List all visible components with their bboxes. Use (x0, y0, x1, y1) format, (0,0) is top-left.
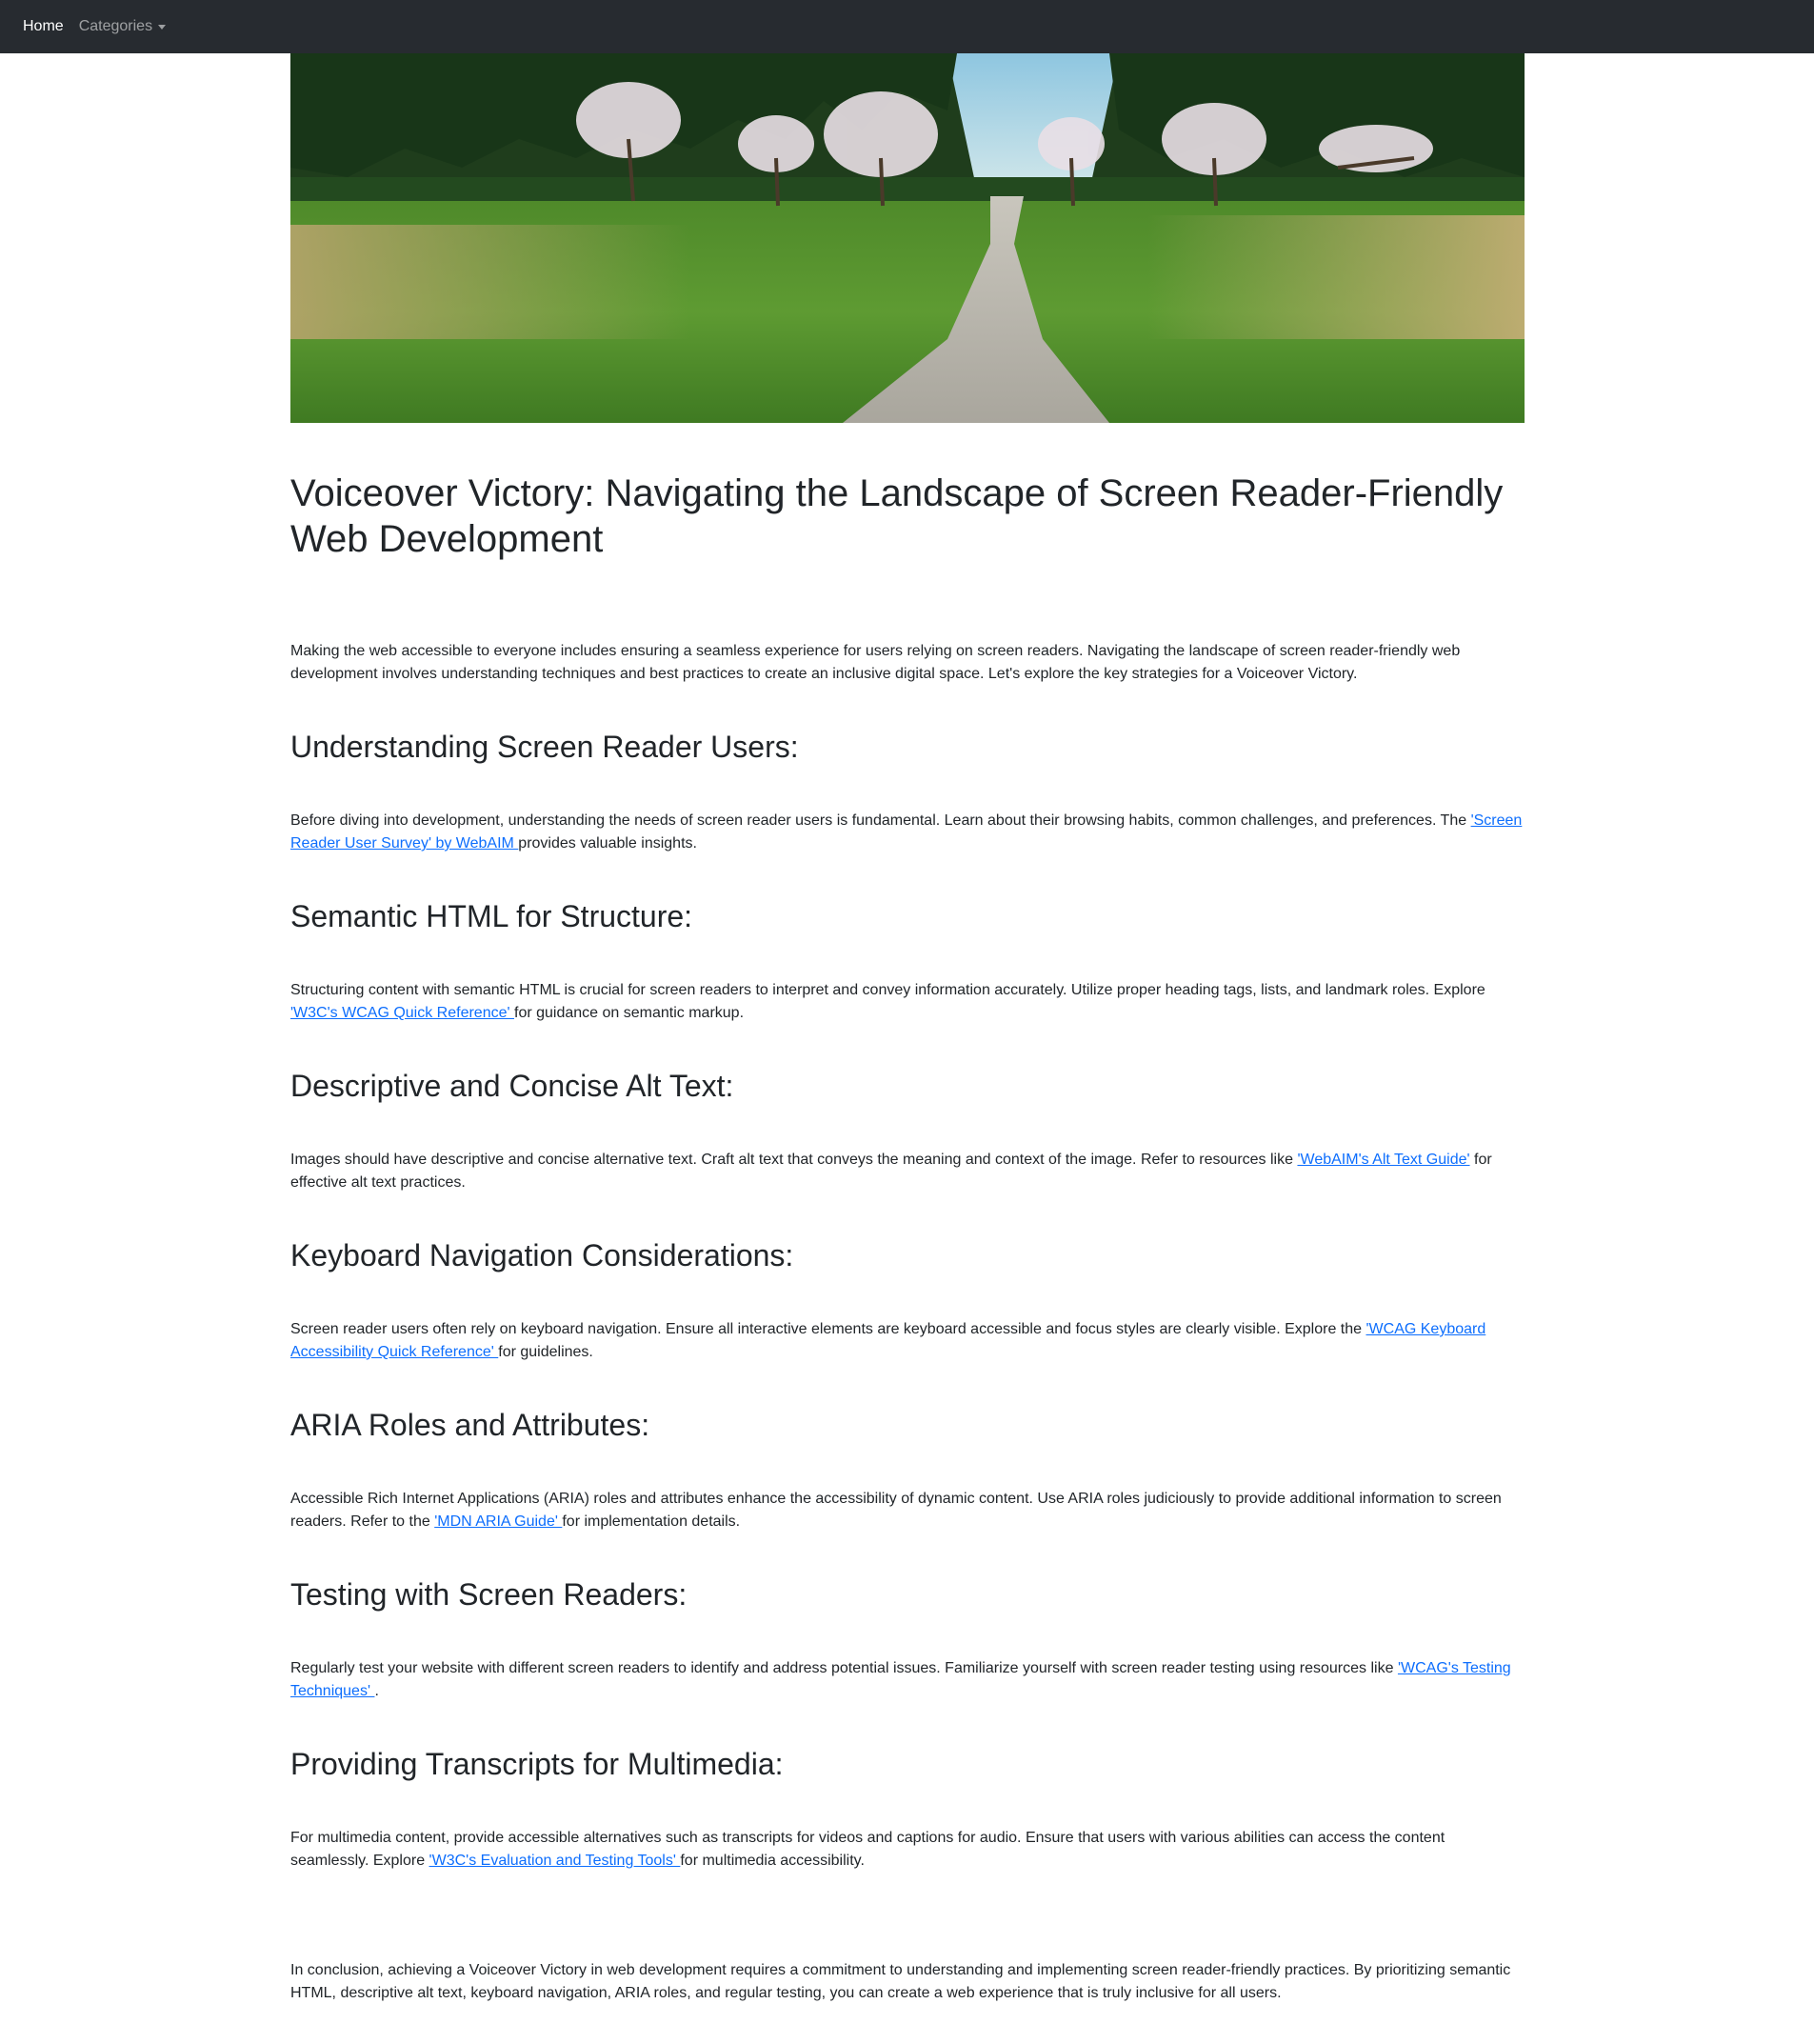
paragraph-text: . (374, 1683, 379, 1699)
article-container: Voiceover Victory: Navigating the Landsc… (290, 53, 1525, 2005)
paragraph-text: for implementation details. (562, 1513, 741, 1530)
section-alt-text: Descriptive and Concise Alt Text: Images… (290, 1068, 1525, 1194)
section-heading: ARIA Roles and Attributes: (290, 1408, 650, 1442)
section-paragraph: Accessible Rich Internet Applications (A… (290, 1488, 1525, 1533)
section-transcripts: Providing Transcripts for Multimedia: Fo… (290, 1746, 1525, 1873)
paragraph-text: for multimedia accessibility. (680, 1853, 865, 1869)
section-semantic-html: Semantic HTML for Structure: Structuring… (290, 898, 1525, 1025)
paragraph-text: for guidelines. (498, 1344, 593, 1360)
wcag-quick-reference-link[interactable]: 'W3C's WCAG Quick Reference' (290, 1005, 514, 1021)
section-aria: ARIA Roles and Attributes: Accessible Ri… (290, 1407, 1525, 1533)
page-title: Voiceover Victory: Navigating the Landsc… (290, 472, 1504, 560)
intro-paragraph: Making the web accessible to everyone in… (290, 643, 1461, 682)
mdn-aria-guide-link[interactable]: 'MDN ARIA Guide' (434, 1513, 562, 1530)
section-heading: Descriptive and Concise Alt Text: (290, 1069, 734, 1103)
paragraph-text: provides valuable insights. (518, 835, 697, 852)
conclusion-paragraph: In conclusion, achieving a Voiceover Vic… (290, 1962, 1511, 2001)
nav-categories-label: Categories (78, 18, 153, 34)
nav-categories-dropdown[interactable]: Categories (78, 0, 167, 53)
section-heading: Understanding Screen Reader Users: (290, 730, 799, 764)
section-testing: Testing with Screen Readers: Regularly t… (290, 1576, 1525, 1703)
top-navbar: Home Categories (0, 0, 1814, 53)
section-heading: Testing with Screen Readers: (290, 1577, 688, 1612)
webaim-alt-text-link[interactable]: 'WebAIM's Alt Text Guide' (1297, 1152, 1469, 1168)
section-paragraph: Before diving into development, understa… (290, 810, 1525, 855)
paragraph-text: for guidance on semantic markup. (514, 1005, 745, 1021)
section-paragraph: Screen reader users often rely on keyboa… (290, 1318, 1525, 1364)
section-keyboard-navigation: Keyboard Navigation Considerations: Scre… (290, 1237, 1525, 1364)
w3c-evaluation-tools-link[interactable]: 'W3C's Evaluation and Testing Tools' (429, 1853, 681, 1869)
paragraph-text: Screen reader users often rely on keyboa… (290, 1321, 1366, 1337)
section-heading: Keyboard Navigation Considerations: (290, 1238, 794, 1272)
paragraph-text: Before diving into development, understa… (290, 812, 1471, 829)
section-paragraph: For multimedia content, provide accessib… (290, 1827, 1525, 1873)
section-screen-reader-users: Understanding Screen Reader Users: Befor… (290, 729, 1525, 855)
chevron-down-icon (158, 24, 167, 30)
section-paragraph: Structuring content with semantic HTML i… (290, 979, 1525, 1025)
section-heading: Providing Transcripts for Multimedia: (290, 1747, 784, 1781)
paragraph-text: Regularly test your website with differe… (290, 1660, 1398, 1676)
hero-image (290, 53, 1525, 423)
section-paragraph: Regularly test your website with differe… (290, 1657, 1525, 1703)
paragraph-text: Structuring content with semantic HTML i… (290, 982, 1485, 998)
section-heading: Semantic HTML for Structure: (290, 899, 693, 933)
nav-home-link[interactable]: Home (23, 0, 64, 53)
paragraph-text: Images should have descriptive and conci… (290, 1152, 1298, 1168)
section-paragraph: Images should have descriptive and conci… (290, 1149, 1525, 1194)
